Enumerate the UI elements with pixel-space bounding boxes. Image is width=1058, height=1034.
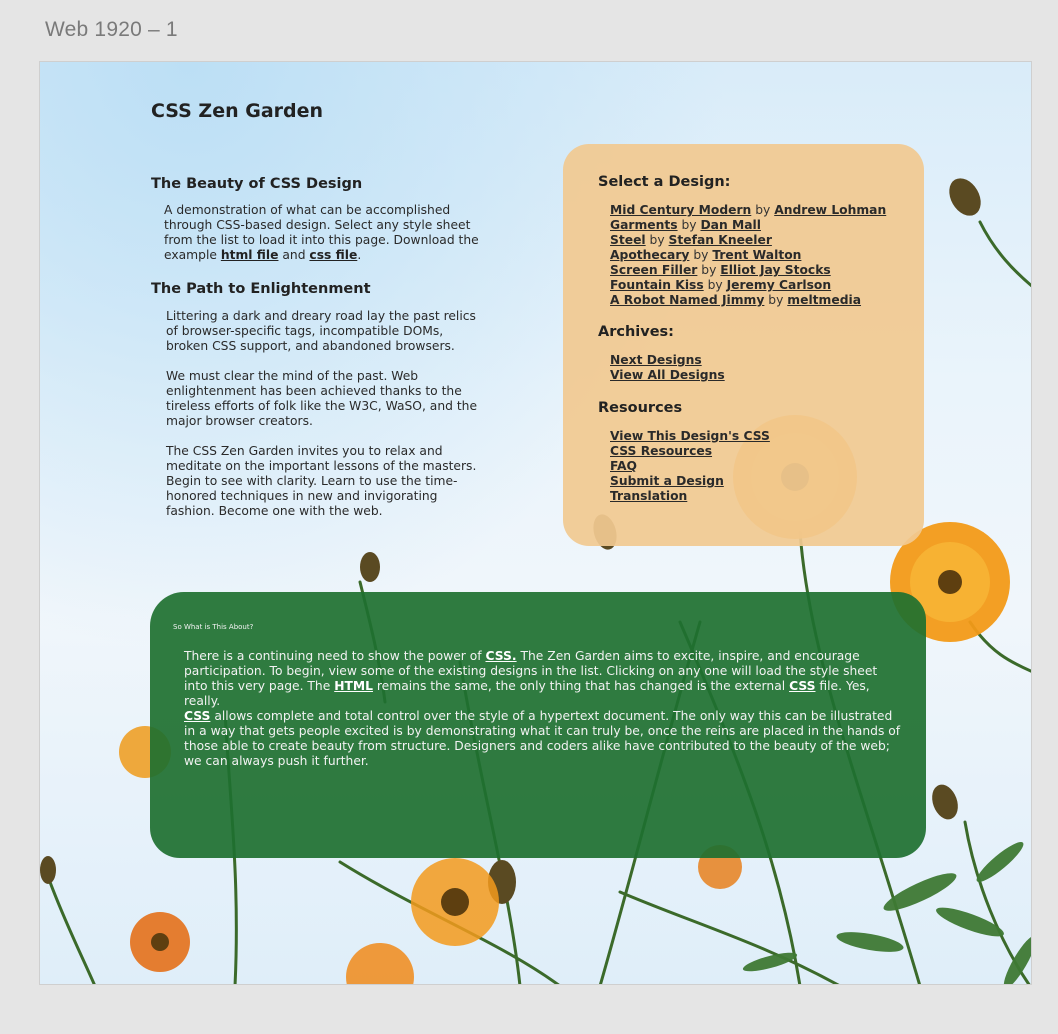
design-author-link[interactable]: Jeremy Carlson: [727, 278, 832, 292]
intro-and: and: [278, 248, 310, 262]
design-list-item: Fountain Kiss by Jeremy Carlson: [610, 278, 886, 293]
resource-link[interactable]: Submit a Design: [610, 474, 724, 488]
design-author-link[interactable]: meltmedia: [787, 293, 861, 307]
design-name-link[interactable]: Apothecary: [610, 248, 689, 262]
by-label: by: [677, 218, 701, 232]
explanation-heading: So What is This About?: [173, 623, 254, 631]
path-paragraph-1: Littering a dark and dreary road lay the…: [166, 309, 476, 353]
explanation-text: There is a continuing need to show the p…: [184, 649, 486, 663]
design-name-link[interactable]: Screen Filler: [610, 263, 697, 277]
resource-link[interactable]: FAQ: [610, 459, 637, 473]
design-list-item: Mid Century Modern by Andrew Lohman: [610, 203, 886, 218]
design-list-item: Garments by Dan Mall: [610, 218, 886, 233]
resource-link[interactable]: Translation: [610, 489, 687, 503]
design-author-link[interactable]: Stefan Kneeler: [669, 233, 772, 247]
site-title: CSS Zen Garden: [151, 100, 324, 122]
explanation-text: allows complete and total control over t…: [184, 709, 901, 768]
design-author-link[interactable]: Dan Mall: [700, 218, 761, 232]
html-file-link[interactable]: html file: [221, 248, 279, 262]
by-label: by: [645, 233, 669, 247]
resource-link[interactable]: CSS Resources: [610, 444, 712, 458]
css-link[interactable]: CSS: [184, 709, 210, 723]
intro-end: .: [357, 248, 362, 262]
design-author-link[interactable]: Elliot Jay Stocks: [720, 263, 830, 277]
path-heading: The Path to Enlightenment: [151, 281, 371, 297]
design-list-item: Apothecary by Trent Walton: [610, 248, 886, 263]
resources-list-item: View This Design's CSS: [610, 429, 770, 444]
archives-list-item: Next Designs: [610, 353, 725, 368]
resources-list-item: Translation: [610, 489, 770, 504]
design-name-link[interactable]: Mid Century Modern: [610, 203, 751, 217]
by-label: by: [764, 293, 788, 307]
design-list-item: A Robot Named Jimmy by meltmedia: [610, 293, 886, 308]
css-link[interactable]: CSS.: [485, 649, 516, 663]
intro-heading: The Beauty of CSS Design: [151, 176, 363, 192]
explanation-paragraph-1: There is a continuing need to show the p…: [184, 649, 904, 709]
css-file-link[interactable]: css file: [309, 248, 357, 262]
html-link[interactable]: HTML: [334, 679, 373, 693]
by-label: by: [689, 248, 713, 262]
path-paragraph-3: The CSS Zen Garden invites you to relax …: [166, 444, 477, 518]
explanation-paragraph-2: CSS allows complete and total control ov…: [184, 709, 904, 769]
by-label: by: [697, 263, 721, 277]
by-label: by: [751, 203, 775, 217]
design-selection-sidebar: Select a Design: Mid Century Modern by A…: [563, 144, 924, 546]
resources-heading: Resources: [598, 400, 683, 416]
artboard-canvas: CSS Zen Garden The Beauty of CSS Design …: [39, 61, 1032, 985]
artboard-label: Web 1920 – 1: [45, 18, 178, 41]
resources-list-item: Submit a Design: [610, 474, 770, 489]
explanation-panel: So What is This About? There is a contin…: [150, 592, 926, 858]
design-list: Mid Century Modern by Andrew Lohman Garme…: [610, 203, 886, 308]
design-name-link[interactable]: Garments: [610, 218, 678, 232]
design-name-link[interactable]: Fountain Kiss: [610, 278, 704, 292]
resources-list-item: CSS Resources: [610, 444, 770, 459]
select-design-heading: Select a Design:: [598, 174, 731, 190]
archives-list-item: View All Designs: [610, 368, 725, 383]
by-label: by: [703, 278, 727, 292]
archives-heading: Archives:: [598, 324, 674, 340]
archive-link[interactable]: View All Designs: [610, 368, 725, 382]
resource-link[interactable]: View This Design's CSS: [610, 429, 770, 443]
intro-paragraph: A demonstration of what can be accomplis…: [164, 203, 486, 263]
archives-list: Next Designs View All Designs: [610, 353, 725, 383]
design-author-link[interactable]: Trent Walton: [712, 248, 801, 262]
path-paragraph-2: We must clear the mind of the past. Web …: [166, 369, 478, 428]
css-link[interactable]: CSS: [789, 679, 815, 693]
design-author-link[interactable]: Andrew Lohman: [774, 203, 886, 217]
resources-list-item: FAQ: [610, 459, 770, 474]
archive-link[interactable]: Next Designs: [610, 353, 702, 367]
design-name-link[interactable]: A Robot Named Jimmy: [610, 293, 764, 307]
design-name-link[interactable]: Steel: [610, 233, 646, 247]
explanation-text: remains the same, the only thing that ha…: [372, 679, 790, 693]
resources-list: View This Design's CSS CSS Resources FAQ Su…: [610, 429, 770, 504]
design-list-item: Screen Filler by Elliot Jay Stocks: [610, 263, 886, 278]
design-list-item: Steel by Stefan Kneeler: [610, 233, 886, 248]
